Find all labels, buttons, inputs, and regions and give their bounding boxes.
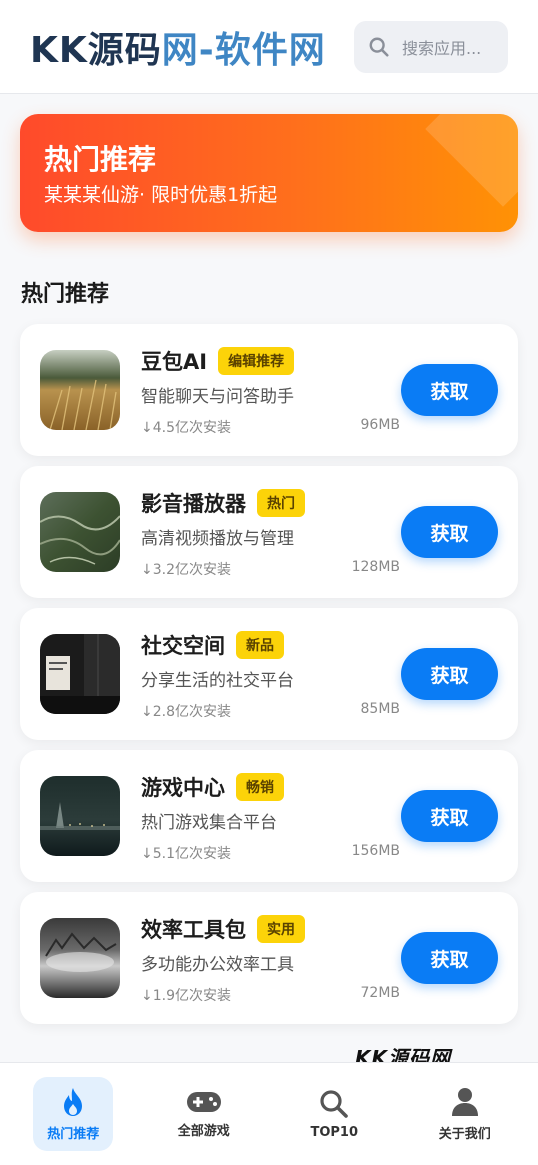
app-thumbnail: [40, 492, 120, 572]
app-install-count: ↓1.9亿次安装: [141, 988, 231, 1004]
search-icon: [320, 1089, 349, 1118]
gamepad-icon: [186, 1091, 221, 1112]
tab-about[interactable]: 关于我们: [425, 1077, 505, 1151]
app-tag-badge: 畅销: [236, 773, 284, 801]
app-tag-badge: 编辑推荐: [218, 347, 295, 375]
app-card[interactable]: 社交空间 新品 分享生活的社交平台 ↓2.8亿次安装 85MB 获取: [20, 608, 518, 740]
flame-icon: [64, 1087, 83, 1116]
app-install-count: ↓2.8亿次安装: [141, 704, 231, 720]
app-card[interactable]: 豆包AI 编辑推荐 智能聊天与问答助手 ↓4.5亿次安装 96MB 获取: [20, 324, 518, 456]
tab-label: 热门推荐: [47, 1126, 100, 1142]
app-name: 游戏中心: [141, 776, 225, 800]
app-name: 效率工具包: [141, 918, 246, 942]
app-install-count: ↓4.5亿次安装: [141, 420, 231, 436]
tab-hot[interactable]: 热门推荐: [33, 1077, 114, 1151]
app-thumbnail: [40, 350, 120, 430]
app-tag-badge: 热门: [257, 489, 305, 517]
section-title: 热门推荐: [21, 282, 110, 307]
get-button[interactable]: 获取: [401, 648, 498, 700]
user-icon: [451, 1087, 478, 1116]
tab-label: 关于我们: [438, 1126, 491, 1142]
app-name: 社交空间: [141, 634, 225, 658]
app-thumbnail: [40, 634, 120, 714]
app-description: 热门游戏集合平台: [141, 813, 277, 833]
app-description: 智能聊天与问答助手: [141, 387, 294, 407]
app-tag-badge: 实用: [257, 915, 305, 943]
app-thumbnail: [40, 776, 120, 856]
search-icon: [369, 37, 389, 57]
bottom-tab-bar: 热门推荐 全部游戏 TOP10 关于我们: [0, 1062, 538, 1165]
app-size: 72MB: [360, 985, 401, 1001]
search-box[interactable]: 搜索应用...: [354, 20, 508, 73]
app-list: 豆包AI 编辑推荐 智能聊天与问答助手 ↓4.5亿次安装 96MB 获取 影音播…: [20, 324, 518, 1034]
tab-label: 全部游戏: [177, 1123, 230, 1139]
site-logo[interactable]: KK源码 网-软件网: [30, 21, 326, 73]
banner-subtitle: 某某某仙游· 限时优惠1折起: [44, 184, 278, 206]
get-button[interactable]: 获取: [401, 790, 498, 842]
app-size: 85MB: [360, 701, 401, 717]
app-name: 豆包AI: [141, 350, 208, 374]
get-button[interactable]: 获取: [401, 932, 498, 984]
banner-title: 热门推荐: [44, 143, 157, 176]
search-placeholder: 搜索应用...: [402, 38, 482, 58]
app-install-count: ↓3.2亿次安装: [141, 562, 231, 578]
app-description: 高清视频播放与管理: [141, 529, 294, 549]
promo-banner[interactable]: 热门推荐 某某某仙游· 限时优惠1折起: [20, 114, 518, 232]
app-size: 156MB: [351, 843, 400, 859]
app-card[interactable]: 游戏中心 畅销 热门游戏集合平台 ↓5.1亿次安装 156MB 获取: [20, 750, 518, 882]
app-header: KK源码 网-软件网 搜索应用...: [0, 0, 538, 94]
get-button[interactable]: 获取: [401, 364, 498, 416]
app-name: 影音播放器: [141, 492, 246, 516]
tab-top10[interactable]: TOP10: [294, 1077, 374, 1151]
app-description: 分享生活的社交平台: [141, 671, 294, 691]
app-card[interactable]: 效率工具包 实用 多功能办公效率工具 ↓1.9亿次安装 72MB 获取: [20, 892, 518, 1024]
app-size: 96MB: [360, 417, 401, 433]
app-thumbnail: [40, 918, 120, 998]
tab-label: TOP10: [310, 1124, 359, 1140]
app-description: 多功能办公效率工具: [141, 955, 294, 975]
logo-text-secondary: 网-软件网: [161, 29, 326, 71]
get-button[interactable]: 获取: [401, 506, 498, 558]
logo-text-primary: KK源码: [30, 29, 162, 71]
app-card[interactable]: 影音播放器 热门 高清视频播放与管理 ↓3.2亿次安装 128MB 获取: [20, 466, 518, 598]
tab-all-games[interactable]: 全部游戏: [164, 1077, 244, 1151]
app-tag-badge: 新品: [236, 631, 284, 659]
app-size: 128MB: [351, 559, 400, 575]
app-install-count: ↓5.1亿次安装: [141, 846, 231, 862]
